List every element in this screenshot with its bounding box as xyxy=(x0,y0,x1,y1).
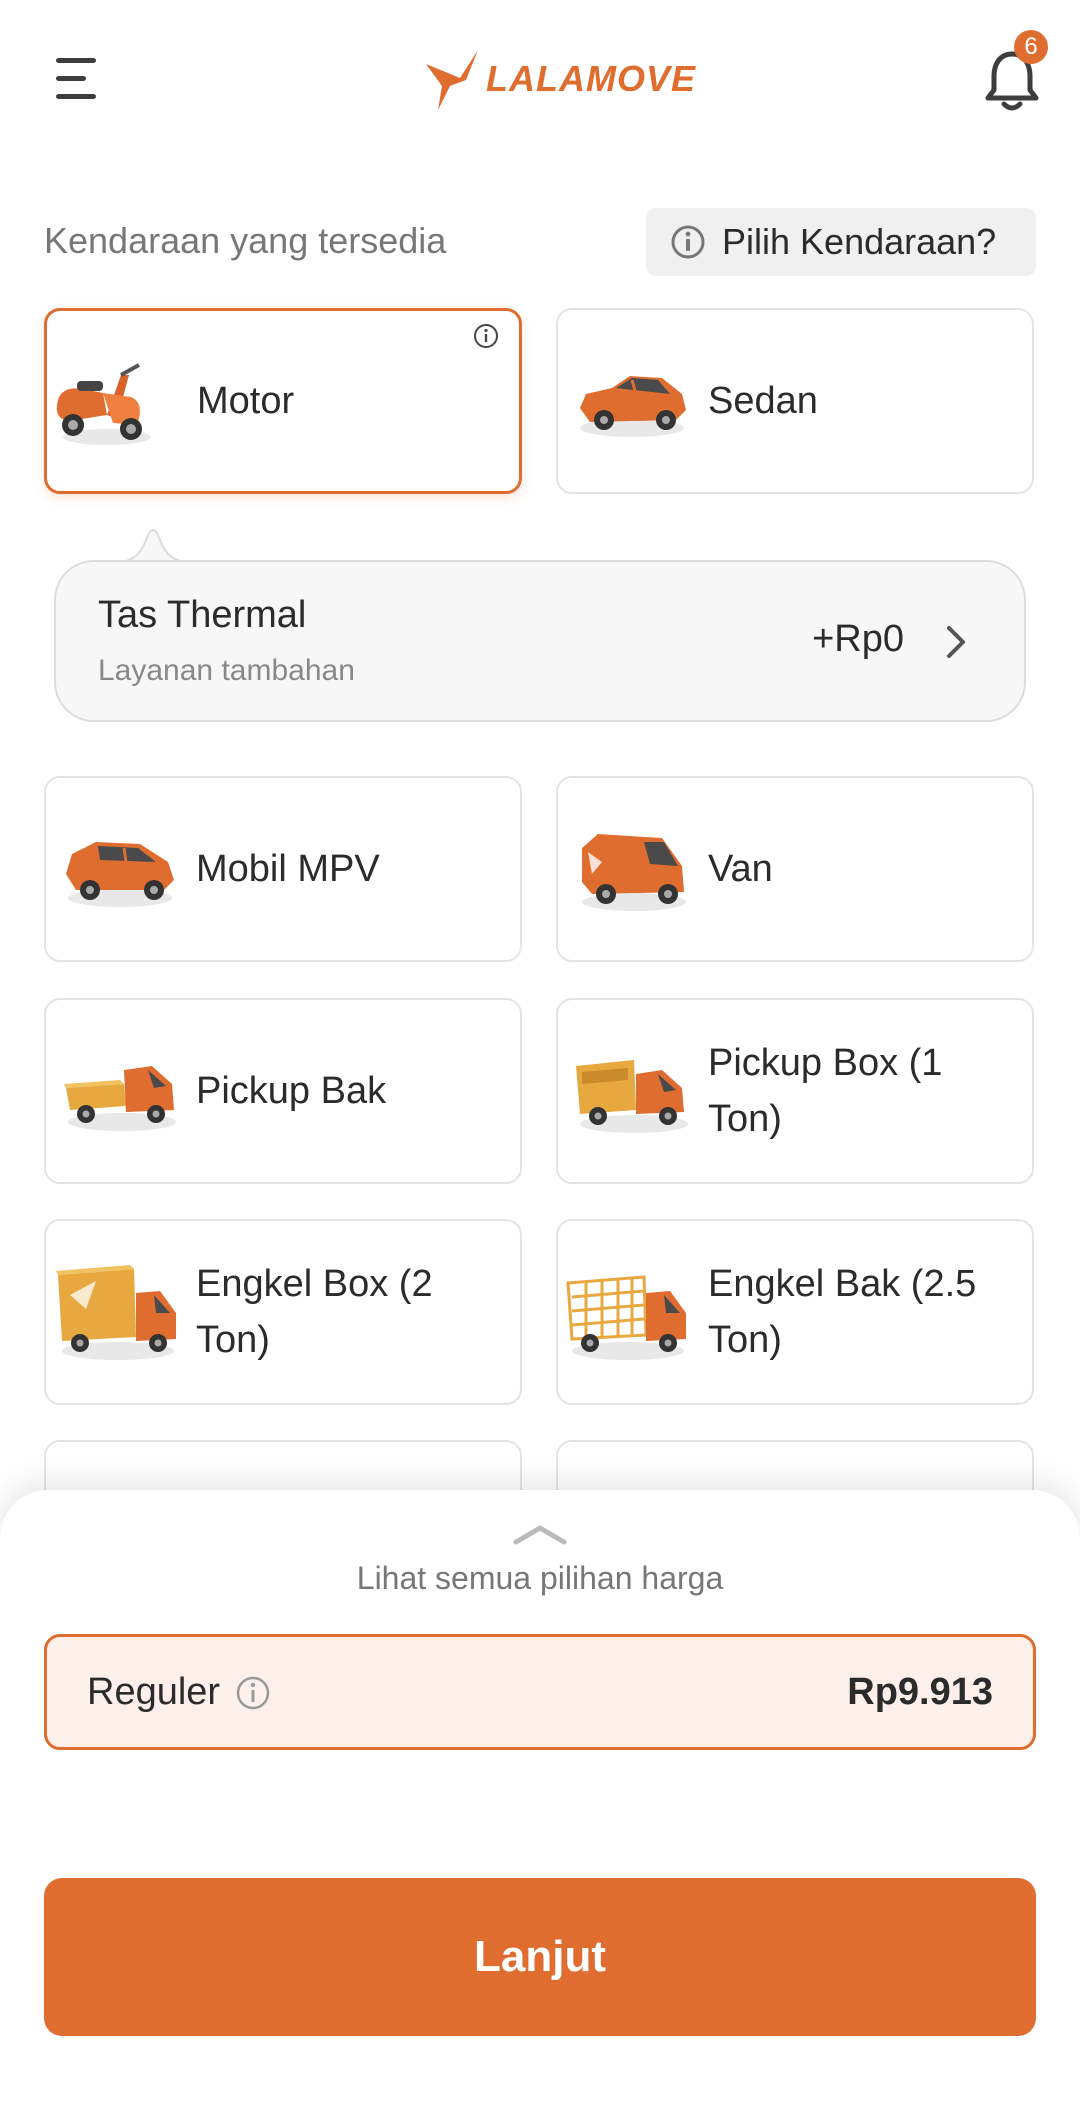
price-option-name: Reguler xyxy=(87,1671,221,1713)
logo-text: LALAMOVE xyxy=(486,58,696,99)
addon-price: +Rp0 xyxy=(812,618,904,660)
mpv-icon xyxy=(66,842,174,907)
pickup-bak-icon xyxy=(64,1066,176,1131)
continue-button[interactable]: Lanjut xyxy=(44,1878,1036,2036)
info-icon[interactable] xyxy=(473,323,499,349)
info-icon[interactable] xyxy=(235,1675,271,1711)
chevron-right-icon xyxy=(947,626,965,658)
vehicle-label: Sedan xyxy=(708,380,818,422)
vehicle-card-van[interactable]: Van xyxy=(556,776,1034,962)
info-icon xyxy=(671,225,705,259)
vehicle-label: Mobil MPV xyxy=(196,848,380,890)
scooter-icon xyxy=(56,363,151,445)
vehicle-card-sedan[interactable]: Sedan xyxy=(556,308,1034,494)
choose-vehicle-help-label: Pilih Kendaraan? xyxy=(722,221,997,262)
vehicle-label: Engkel Box (2 Ton) xyxy=(196,1263,433,1361)
sedan-icon xyxy=(580,376,686,437)
vehicle-label: Engkel Bak (2.5 Ton) xyxy=(708,1263,977,1361)
vehicle-card-mpv[interactable]: Mobil MPV xyxy=(44,776,522,962)
app-header: LALAMOVE 6 xyxy=(0,0,1080,160)
vehicle-card-motor[interactable]: Motor xyxy=(44,308,522,494)
addon-thermal-bag[interactable]: Tas Thermal Layanan tambahan +Rp0 xyxy=(54,560,1026,722)
pickup-box-icon xyxy=(576,1060,688,1133)
vehicle-label: Pickup Box (1 Ton) xyxy=(708,1042,943,1140)
vehicle-label: Motor xyxy=(197,380,295,422)
see-all-prices-link[interactable]: Lihat semua pilihan harga xyxy=(0,1560,1080,1597)
vehicle-card-pickup-bak[interactable]: Pickup Bak xyxy=(44,998,522,1184)
available-vehicles-title: Kendaraan yang tersedia xyxy=(44,220,447,261)
vehicle-card-pickup-box[interactable]: Pickup Box (1 Ton) xyxy=(556,998,1034,1184)
engkel-box-icon xyxy=(56,1265,176,1360)
price-option-amount: Rp9.913 xyxy=(847,1671,993,1713)
vehicle-card-engkel-box[interactable]: Engkel Box (2 Ton) xyxy=(44,1219,522,1405)
choose-vehicle-help-button[interactable]: Pilih Kendaraan? xyxy=(646,208,1036,276)
engkel-bak-icon xyxy=(566,1275,686,1360)
hamburger-menu-icon[interactable] xyxy=(56,56,100,100)
lalamove-logo: LALAMOVE xyxy=(420,44,696,114)
van-icon xyxy=(582,834,686,911)
addon-title: Tas Thermal xyxy=(98,594,307,636)
chevron-up-icon[interactable] xyxy=(512,1522,568,1546)
addon-subtitle: Layanan tambahan xyxy=(98,654,355,687)
logo-bird-icon xyxy=(426,50,478,110)
vehicle-card-engkel-bak[interactable]: Engkel Bak (2.5 Ton) xyxy=(556,1219,1034,1405)
addon-pointer xyxy=(118,529,188,564)
notification-badge: 6 xyxy=(1014,30,1048,64)
price-option-regular[interactable]: Reguler Rp9.913 xyxy=(44,1634,1036,1750)
vehicle-label: Van xyxy=(708,848,773,890)
vehicle-label: Pickup Bak xyxy=(196,1070,387,1112)
